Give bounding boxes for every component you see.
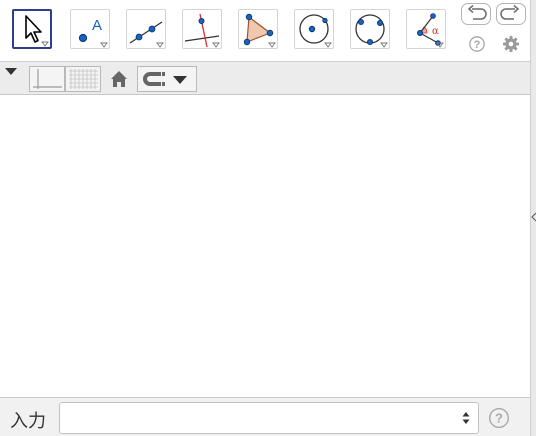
svg-text:?: ? [495,411,503,426]
redo-icon [500,4,520,20]
input-bar: 入力 ? [0,397,530,436]
settings-button[interactable] [502,35,520,53]
help-button[interactable]: ? [468,35,486,53]
point-letter: A [92,17,102,34]
svg-text:?: ? [474,39,481,51]
angle-letter: α [432,26,439,37]
help-icon: ? [469,36,485,52]
move-tool-button[interactable] [12,9,52,49]
magnet-icon [143,72,187,86]
chevron-down-icon [436,42,444,48]
home-button[interactable] [107,67,131,91]
chevron-down-icon [268,42,276,48]
undo-icon [467,4,487,20]
gear-icon [503,36,519,52]
point-capture-button[interactable] [137,66,197,92]
axes-icon [33,69,62,89]
toolbar: A α ? [0,0,530,61]
grid-icon [69,69,98,89]
angle-tool-button[interactable]: α [406,9,446,49]
chevron-down-icon [156,42,164,48]
perpendicular-line-tool-button[interactable] [182,9,222,49]
chevron-down-icon [380,42,388,48]
chevron-left-icon[interactable] [531,212,536,222]
redo-button[interactable] [496,3,526,25]
axes-toggle-button[interactable] [29,66,65,92]
input-history-arrows-icon[interactable] [461,411,471,425]
polygon-tool-button[interactable] [238,9,278,49]
style-bar [0,61,530,95]
input-label: 入力 [10,411,46,431]
input-help-icon[interactable]: ? [488,407,510,429]
chevron-down-icon [212,42,220,48]
circle-three-points-tool-button[interactable] [350,9,390,49]
line-tool-button[interactable] [126,9,166,49]
side-panel-edge[interactable] [530,0,536,436]
chevron-down-icon [100,42,108,48]
home-icon [111,71,127,87]
circle-center-point-tool-button[interactable] [294,9,334,49]
chevron-down-icon [41,41,49,47]
chevron-down-icon [324,42,332,48]
graphics-view[interactable] [0,95,530,397]
point-tool-button[interactable]: A [70,9,110,49]
grid-toggle-button[interactable] [65,66,101,92]
input-field[interactable] [59,402,479,434]
undo-button[interactable] [461,3,491,25]
triangle-down-icon[interactable] [4,67,18,77]
